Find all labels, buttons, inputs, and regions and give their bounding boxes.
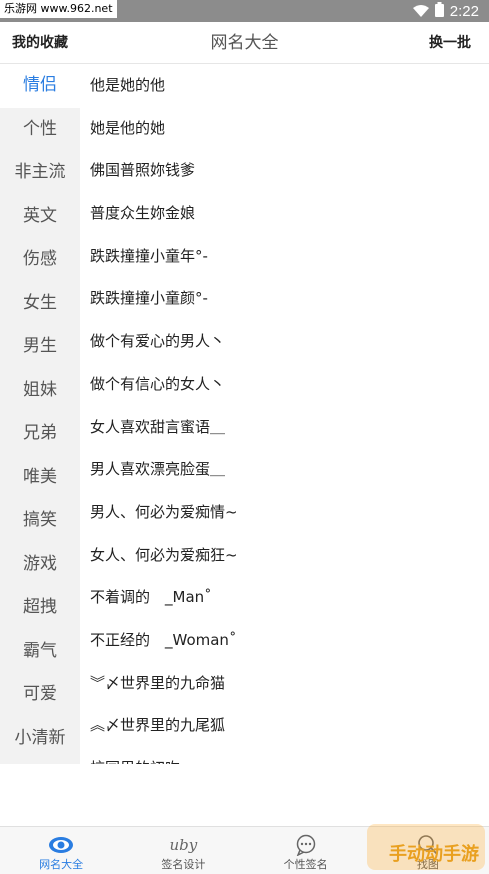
app-watermark-logo: 手动动手游 bbox=[367, 824, 485, 870]
name-list-item[interactable]: 男人喜欢漂亮脸蛋＿ bbox=[80, 448, 489, 491]
sidebar-category-item[interactable]: 唯美 bbox=[0, 456, 80, 500]
sidebar-category-item[interactable]: 情侣 bbox=[0, 64, 80, 108]
sidebar-category-item[interactable]: 兄弟 bbox=[0, 412, 80, 456]
sidebar-category-item[interactable]: 英文 bbox=[0, 195, 80, 239]
bottom-tab-bar: 网名大全 uby 签名设计 个性签名 找图 手动动手游 bbox=[0, 824, 489, 874]
app-header: 网名大全 我的收藏 换一批 bbox=[0, 22, 489, 64]
battery-icon bbox=[434, 1, 444, 21]
name-list-item[interactable]: 跌跌撞撞小童年°- bbox=[80, 235, 489, 278]
signature-glyph: uby bbox=[169, 836, 198, 854]
signature-script-icon: uby bbox=[170, 832, 198, 858]
name-list-item[interactable]: 女人、何必为爱痴狂~ bbox=[80, 534, 489, 577]
name-list-item[interactable]: 跌跌撞撞小童颜°- bbox=[80, 277, 489, 320]
sidebar-category-item[interactable]: 游戏 bbox=[0, 543, 80, 587]
tab-label: 网名大全 bbox=[39, 858, 84, 871]
name-list-item[interactable]: ︾〆世界里的九命猫 bbox=[80, 662, 489, 705]
status-icons: 2:22 bbox=[412, 0, 479, 22]
page-title: 网名大全 bbox=[210, 33, 279, 53]
sidebar-category-item[interactable]: 个性 bbox=[0, 108, 80, 152]
name-list-item[interactable]: 他是她的他 bbox=[80, 64, 489, 107]
name-list-item[interactable]: 不着调的 _̲Man˚ bbox=[80, 576, 489, 619]
tab-personal-signature[interactable]: 个性签名 bbox=[245, 827, 367, 874]
my-favorites-button[interactable]: 我的收藏 bbox=[12, 22, 68, 64]
refresh-batch-button[interactable]: 换一批 bbox=[429, 22, 471, 64]
name-list-item[interactable]: 做个有信心的女人丶 bbox=[80, 363, 489, 406]
category-sidebar: 情侣 个性 非主流 英文 伤感 女生 男生 姐妹 兄弟 唯美 搞笑 游戏 超拽 霸气 可爱 小清新 bbox=[0, 64, 80, 764]
sidebar-category-item[interactable]: 非主流 bbox=[0, 151, 80, 195]
sidebar-category-item[interactable]: 搞笑 bbox=[0, 499, 80, 543]
sidebar-category-item[interactable]: 可爱 bbox=[0, 673, 80, 717]
sidebar-category-item[interactable]: 小清新 bbox=[0, 717, 80, 761]
site-watermark: 乐游网 www.962.net bbox=[0, 0, 117, 18]
status-time: 2:22 bbox=[449, 2, 479, 20]
wifi-icon bbox=[412, 2, 429, 21]
name-list-item[interactable]: 做个有爱心的男人丶 bbox=[80, 320, 489, 363]
tab-label: 个性签名 bbox=[283, 858, 328, 871]
tab-nickname-collection[interactable]: 网名大全 bbox=[0, 827, 122, 874]
tab-label: 签名设计 bbox=[161, 858, 206, 871]
name-list-item[interactable]: 她是他的她 bbox=[80, 107, 489, 150]
sidebar-category-item[interactable]: 伤感 bbox=[0, 238, 80, 282]
sidebar-category-item[interactable]: 霸气 bbox=[0, 630, 80, 674]
sidebar-category-item[interactable]: 姐妹 bbox=[0, 369, 80, 413]
name-list-item[interactable]: 佛国普照妳钱爹 bbox=[80, 149, 489, 192]
name-list-item[interactable]: 女人喜欢甜言蜜语＿ bbox=[80, 406, 489, 449]
name-list: 他是她的他 她是他的她 佛国普照妳钱爹 普度众生妳金娘 跌跌撞撞小童年°- 跌跌撞撞小童颜… bbox=[80, 64, 489, 764]
name-list-item[interactable]: 男人、何必为爱痴情~ bbox=[80, 491, 489, 534]
eye-icon bbox=[48, 832, 74, 858]
name-list-item[interactable]: ︽〆世界里的九尾狐 bbox=[80, 704, 489, 747]
name-list-item[interactable]: 校园里的初吻、 bbox=[80, 747, 489, 764]
name-list-item[interactable]: 不正经的 _̲Woman˚ bbox=[80, 619, 489, 662]
chat-bubble-icon bbox=[295, 832, 317, 858]
tab-signature-design[interactable]: uby 签名设计 bbox=[122, 827, 244, 874]
sidebar-category-item[interactable]: 女生 bbox=[0, 282, 80, 326]
sidebar-category-item[interactable]: 超拽 bbox=[0, 586, 80, 630]
status-bar: 乐游网 www.962.net 2:22 bbox=[0, 0, 489, 22]
sidebar-category-item[interactable]: 男生 bbox=[0, 325, 80, 369]
name-list-item[interactable]: 普度众生妳金娘 bbox=[80, 192, 489, 235]
